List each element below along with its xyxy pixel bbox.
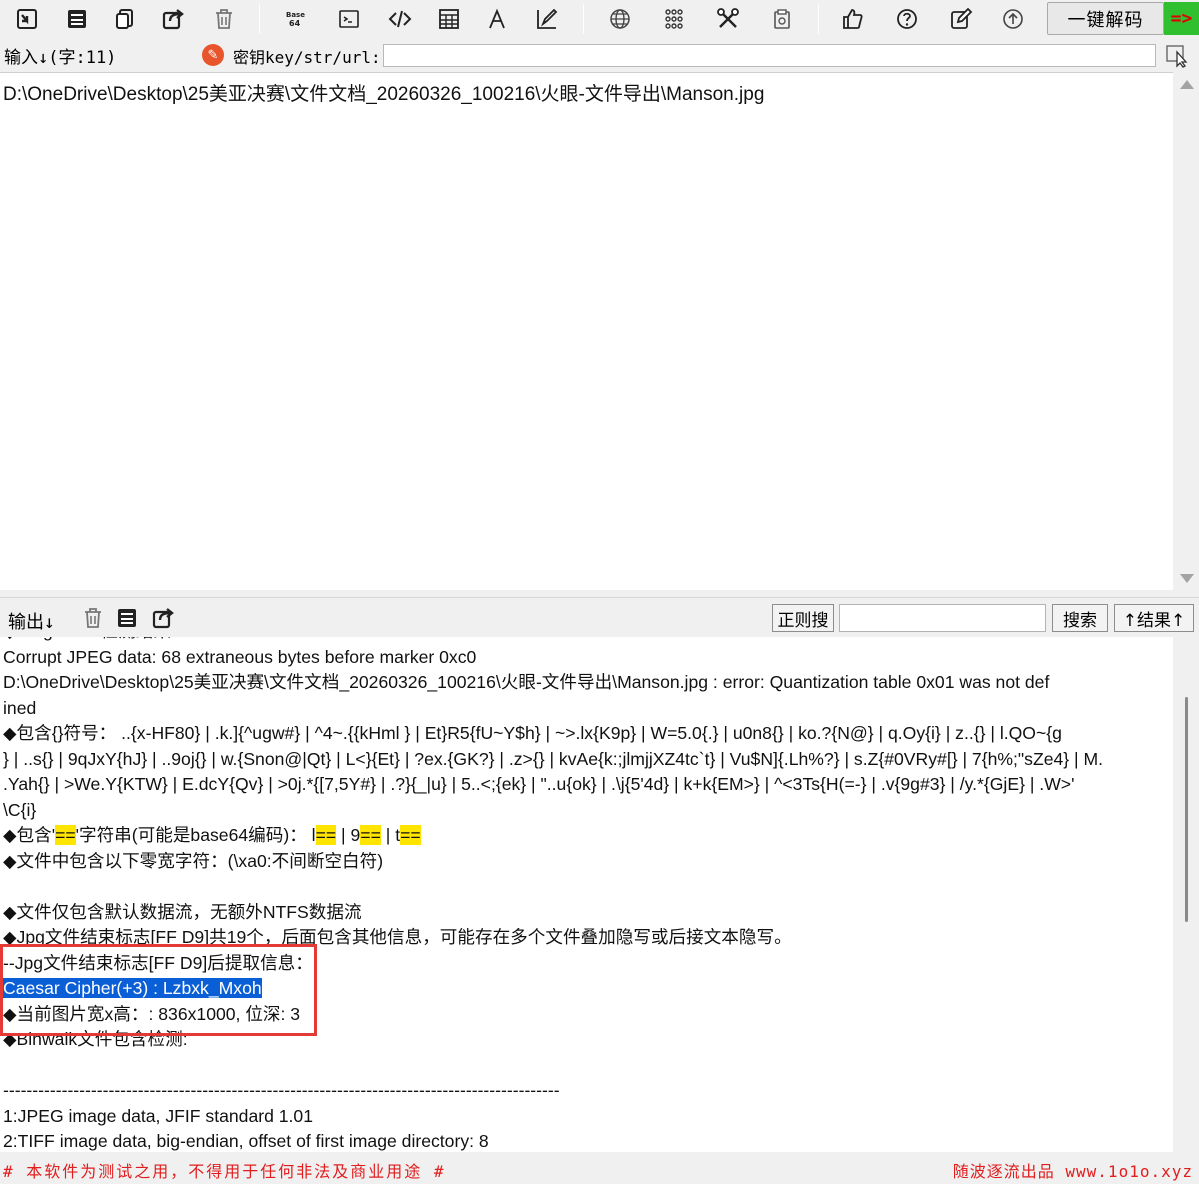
output-line: 1:JPEG image data, JFIF standard 1.01 bbox=[3, 1105, 314, 1126]
share-icon[interactable] bbox=[151, 606, 177, 632]
toolbar-divider bbox=[259, 4, 260, 34]
output-line: } | ..s{} | 9qJxY{hJ} | ..9oj{} | w.{Sno… bbox=[3, 748, 1104, 769]
input-text: D:\OneDrive\Desktop\25美亚决赛\文件文档_20260326… bbox=[3, 84, 765, 105]
calculator-icon[interactable] bbox=[432, 2, 466, 36]
globe-icon[interactable] bbox=[603, 2, 637, 36]
search-button[interactable]: 搜索 bbox=[1052, 604, 1108, 632]
save-icon[interactable] bbox=[115, 606, 141, 632]
output-line: ----------------------------------------… bbox=[3, 1080, 560, 1100]
save-icon[interactable] bbox=[60, 2, 94, 36]
toolbar-divider bbox=[818, 4, 819, 34]
scroll-up-icon[interactable] bbox=[1180, 80, 1194, 89]
output-line: D:\OneDrive\Desktop\25美亚决赛\文件文档_20260326… bbox=[3, 672, 1050, 692]
import-icon[interactable] bbox=[10, 2, 44, 36]
output-line: ◆文件中包含以下零宽字符：(\xa0:不间断空白符) bbox=[3, 850, 384, 871]
scroll-down-icon[interactable] bbox=[1180, 574, 1194, 583]
one-click-decode-button[interactable]: 一键解码 bbox=[1047, 2, 1164, 35]
status-bar: # 本软件为测试之用，不得用于任何非法及商业用途 # 随波逐流出品 www.1o… bbox=[0, 1152, 1199, 1184]
run-button[interactable]: => bbox=[1164, 2, 1199, 35]
output-line: ◆Stegdetect检测结果: bbox=[3, 637, 1173, 645]
main-toolbar: Base 64 一键解码 => bbox=[0, 0, 1199, 40]
output-line: ined bbox=[3, 697, 37, 718]
output-line: 2:TIFF image data, big-endian, offset of… bbox=[3, 1131, 489, 1151]
share-icon[interactable] bbox=[156, 2, 190, 36]
delete-icon[interactable] bbox=[207, 2, 241, 36]
svg-text:Base: Base bbox=[286, 11, 305, 19]
output-toolbar: 输出↓ 正则搜 搜索 ↑结果↑ bbox=[0, 597, 1199, 637]
pencil-icon: ✎ bbox=[202, 44, 224, 66]
pen-icon[interactable] bbox=[530, 2, 564, 36]
key-label: 密钥key/str/url: bbox=[233, 48, 381, 67]
input-textarea[interactable]: D:\OneDrive\Desktop\25美亚决赛\文件文档_20260326… bbox=[0, 72, 1173, 590]
svg-text:64: 64 bbox=[289, 19, 301, 28]
code-icon[interactable] bbox=[383, 2, 417, 36]
base64-icon[interactable]: Base 64 bbox=[278, 2, 312, 36]
input-row: 输入↓(字:11) ✎ 密钥key/str/url: bbox=[0, 40, 1199, 70]
search-highlight: == bbox=[315, 825, 337, 845]
disclaimer-text: # 本软件为测试之用，不得用于任何非法及商业用途 # bbox=[3, 1162, 446, 1181]
output-line: Corrupt JPEG data: 68 extraneous bytes b… bbox=[3, 646, 477, 667]
search-input[interactable] bbox=[839, 604, 1046, 632]
input-label: 输入↓(字:11) bbox=[4, 48, 117, 68]
scroll-thumb[interactable] bbox=[1185, 697, 1188, 922]
search-highlight: == bbox=[400, 825, 421, 845]
grid-icon[interactable] bbox=[657, 2, 691, 36]
output-textarea[interactable]: ◆Stegdetect检测结果:Corrupt JPEG data: 68 ex… bbox=[0, 637, 1173, 1152]
edit-icon[interactable] bbox=[944, 2, 978, 36]
search-highlight: == bbox=[360, 825, 381, 845]
highlight-annotation-box bbox=[0, 944, 317, 1036]
search-highlight: == bbox=[55, 825, 76, 845]
help-icon[interactable] bbox=[890, 2, 924, 36]
toolbar-divider bbox=[583, 4, 584, 34]
output-line: .Yah{} | >We.Y{KTW} | E.dcY{Qv} | >0j.*{… bbox=[3, 774, 1075, 794]
font-icon[interactable] bbox=[480, 2, 514, 36]
output-label: 输出↓ bbox=[8, 612, 55, 633]
credit-text: 随波逐流出品 www.1o1o.xyz bbox=[952, 1162, 1193, 1181]
output-line: ◆文件仅包含默认数据流，无额外NTFS数据流 bbox=[3, 901, 362, 922]
output-scrollbar[interactable] bbox=[1175, 637, 1199, 1152]
input-scrollbar[interactable] bbox=[1175, 72, 1199, 590]
upload-icon[interactable] bbox=[996, 2, 1030, 36]
delete-icon[interactable] bbox=[81, 606, 107, 632]
regex-search-button[interactable]: 正则搜 bbox=[772, 604, 834, 632]
output-line: \C{i} bbox=[3, 799, 37, 820]
output-lines: ◆Stegdetect检测结果:Corrupt JPEG data: 68 ex… bbox=[3, 637, 1173, 1152]
thumbs-up-icon[interactable] bbox=[836, 2, 870, 36]
terminal-icon[interactable] bbox=[332, 2, 366, 36]
key-input[interactable] bbox=[383, 44, 1156, 67]
copy-icon[interactable] bbox=[108, 2, 142, 36]
document-icon[interactable] bbox=[765, 2, 799, 36]
results-button[interactable]: ↑结果↑ bbox=[1114, 604, 1194, 632]
output-line: ◆包含{}符号： ..{x-HF80} | .k.]{^ugw#} | ^4~.… bbox=[3, 723, 1062, 743]
pick-cursor-icon[interactable] bbox=[1165, 44, 1191, 68]
tools-icon[interactable] bbox=[711, 2, 745, 36]
output-line: ◆包含'=='字符串(可能是base64编码)： l== | 9== | t== bbox=[3, 825, 421, 845]
